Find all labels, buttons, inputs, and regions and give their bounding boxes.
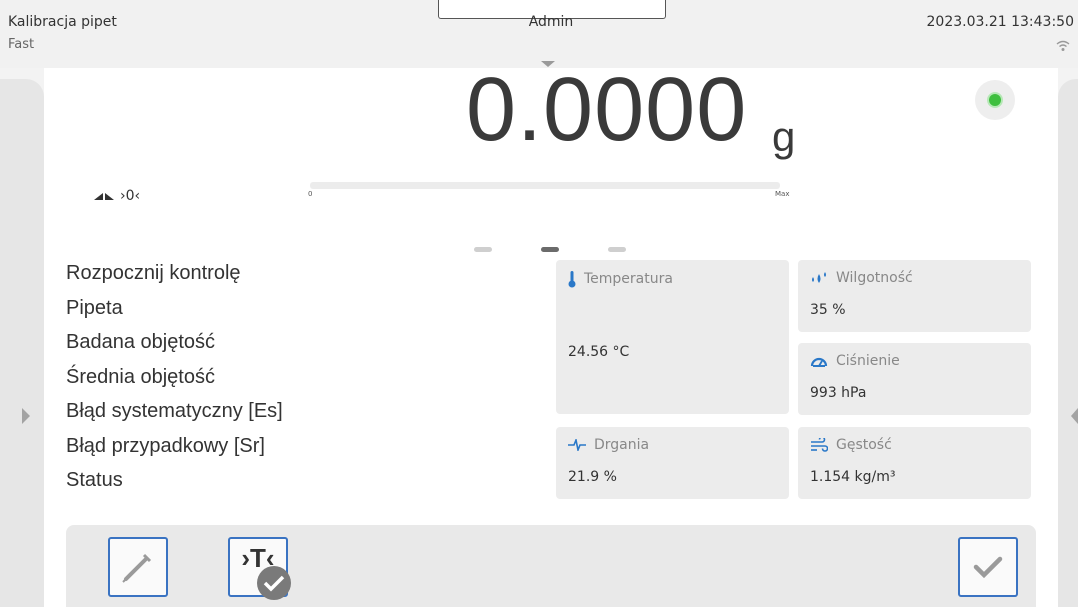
- datetime: 2023.03.21 13:43:50: [926, 14, 1075, 30]
- droplets-icon: [812, 272, 826, 283]
- pipette-button[interactable]: [108, 537, 168, 597]
- density-tile[interactable]: Gęstość 1.154 kg/m³: [798, 427, 1031, 499]
- pressure-value: 993 hPa: [810, 385, 867, 401]
- control-menu: Rozpocznij kontrolę Pipeta Badana objęto…: [66, 256, 283, 498]
- bottom-toolbar: ›T‹: [66, 525, 1036, 607]
- menu-item-start-control[interactable]: Rozpocznij kontrolę: [66, 256, 283, 291]
- weight-readout: 0.0000: [466, 60, 748, 160]
- page-indicator: [474, 247, 634, 255]
- capacity-bar-min: 0: [308, 190, 313, 198]
- humidity-value: 35 %: [810, 302, 846, 318]
- wind-icon: [811, 438, 828, 452]
- menu-item-average-volume[interactable]: Średnia objętość: [66, 360, 283, 395]
- menu-item-pipette[interactable]: Pipeta: [66, 291, 283, 326]
- status-indicator: [975, 80, 1015, 120]
- vibration-tile[interactable]: Drgania 21.9 %: [556, 427, 789, 499]
- top-bar: Kalibracja pipet Fast Admin 2023.03.21 1…: [0, 0, 1078, 68]
- vibration-icon: [568, 439, 586, 451]
- check-circle-icon: [257, 566, 291, 600]
- wifi-icon: [1056, 40, 1070, 51]
- gauge-icon: [810, 357, 828, 367]
- humidity-label: Wilgotność: [836, 270, 913, 286]
- mode-label: Fast: [8, 37, 35, 52]
- stable-icon-2: [105, 192, 114, 200]
- pressure-tile[interactable]: Ciśnienie 993 hPa: [798, 343, 1031, 415]
- checkmark-icon: [973, 556, 1003, 579]
- capacity-bar-max: Max: [775, 190, 790, 198]
- pipette-icon: [122, 553, 152, 583]
- status-dot-icon: [989, 94, 1001, 106]
- tare-button[interactable]: ›T‹: [228, 537, 291, 600]
- left-side-panel[interactable]: [0, 79, 44, 607]
- menu-item-random-error[interactable]: Błąd przypadkowy [Sr]: [66, 429, 283, 464]
- weight-unit[interactable]: g: [772, 112, 795, 162]
- confirm-button[interactable]: [958, 537, 1018, 597]
- density-label: Gęstość: [836, 437, 892, 453]
- page-dot-1[interactable]: [474, 247, 492, 252]
- menu-item-status[interactable]: Status: [66, 463, 283, 498]
- temperature-tile[interactable]: Temperatura 24.56 °C: [556, 260, 789, 414]
- menu-item-systematic-error[interactable]: Błąd systematyczny [Es]: [66, 394, 283, 429]
- temperature-label: Temperatura: [584, 271, 673, 287]
- thermometer-icon: [568, 271, 576, 288]
- menu-item-tested-volume[interactable]: Badana objętość: [66, 325, 283, 360]
- pressure-label: Ciśnienie: [836, 353, 900, 369]
- zero-indicator: ›0‹: [120, 188, 141, 204]
- humidity-tile[interactable]: Wilgotność 35 %: [798, 260, 1031, 332]
- balance-indicators: ›0‹: [94, 188, 140, 204]
- page-dot-3[interactable]: [608, 247, 626, 252]
- right-side-panel[interactable]: [1058, 79, 1078, 607]
- temperature-value: 24.56 °C: [568, 344, 630, 360]
- user-name[interactable]: Admin: [440, 14, 662, 30]
- capacity-bar: [310, 182, 780, 189]
- arrow-left-icon[interactable]: [1071, 408, 1078, 424]
- density-value: 1.154 kg/m³: [810, 469, 896, 485]
- vibration-label: Drgania: [594, 437, 650, 453]
- stable-icon: [94, 192, 103, 200]
- vibration-value: 21.9 %: [568, 469, 617, 485]
- arrow-right-icon[interactable]: [22, 408, 30, 424]
- page-dot-2[interactable]: [541, 247, 559, 252]
- app-title: Kalibracja pipet: [8, 14, 117, 30]
